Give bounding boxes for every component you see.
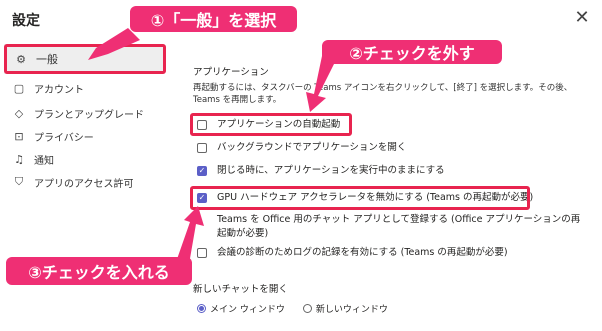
- annotation-step3: ③チェックを入れる: [6, 257, 192, 285]
- arrow-step1: [88, 28, 140, 60]
- annotation-step1: ①「一般」を選択: [130, 6, 297, 32]
- arrow-step2: [306, 56, 334, 112]
- annotation-step2: ②チェックを外す: [322, 40, 502, 64]
